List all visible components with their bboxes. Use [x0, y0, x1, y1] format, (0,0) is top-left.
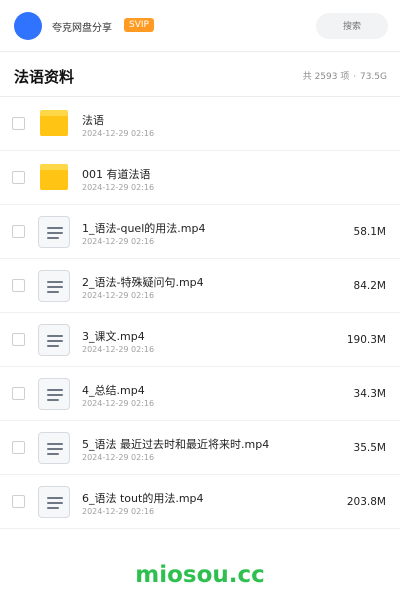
list-item[interactable]: 4_总结.mp4 2024-12-29 02:16 34.3M — [0, 367, 400, 421]
watermark: miosou.cc — [135, 562, 265, 588]
item-date: 2024-12-29 02:16 — [82, 183, 155, 192]
folder-icon — [38, 108, 70, 140]
select-checkbox[interactable] — [12, 225, 25, 238]
item-date: 2024-12-29 02:16 — [82, 291, 155, 300]
video-file-icon — [38, 378, 70, 410]
item-count: 共 2593 项 — [302, 72, 350, 82]
total-size: 73.5G — [359, 72, 387, 82]
item-date: 2024-12-29 02:16 — [82, 399, 155, 408]
select-checkbox[interactable] — [12, 495, 25, 508]
item-name: 法语 — [82, 114, 104, 127]
folder-summary: 共 2593 项 · 73.5G — [303, 69, 387, 82]
select-checkbox[interactable] — [12, 279, 25, 292]
avatar[interactable] — [14, 12, 42, 40]
select-checkbox[interactable] — [12, 171, 25, 184]
list-item[interactable]: 001 有道法语 2024-12-29 02:16 — [0, 151, 400, 205]
list-item[interactable]: 法语 2024-12-29 02:16 — [0, 97, 400, 151]
item-size: 58.1M — [353, 226, 386, 238]
item-size: 203.8M — [346, 496, 386, 508]
item-name: 6_语法 tout的用法.mp4 — [82, 492, 204, 505]
select-checkbox[interactable] — [12, 333, 25, 346]
list-item[interactable]: 3_课文.mp4 2024-12-29 02:16 190.3M — [0, 313, 400, 367]
top-bar: 夸克网盘分享 SVIP — [0, 0, 400, 52]
video-file-icon — [38, 270, 70, 302]
separator: · — [353, 72, 357, 82]
item-date: 2024-12-29 02:16 — [82, 345, 155, 354]
page-title: 法语资料 — [14, 68, 75, 86]
item-date: 2024-12-29 02:16 — [82, 507, 155, 516]
video-file-icon — [38, 432, 70, 464]
search-input[interactable] — [316, 13, 388, 39]
list-item[interactable]: 2_语法-特殊疑问句.mp4 2024-12-29 02:16 84.2M — [0, 259, 400, 313]
item-size: 190.3M — [346, 334, 386, 346]
svip-badge: SVIP — [124, 18, 154, 32]
file-list: 法语 2024-12-29 02:16 001 有道法语 2024-12-29 … — [0, 97, 400, 529]
item-date: 2024-12-29 02:16 — [82, 129, 155, 138]
share-owner-name: 夸克网盘分享 — [52, 23, 112, 34]
folder-header: 法语资料 共 2593 项 · 73.5G — [0, 52, 400, 97]
item-name: 1_语法-quel的用法.mp4 — [82, 222, 206, 235]
item-date: 2024-12-29 02:16 — [82, 237, 155, 246]
item-name: 001 有道法语 — [82, 168, 151, 181]
select-checkbox[interactable] — [12, 117, 25, 130]
item-name: 2_语法-特殊疑问句.mp4 — [82, 276, 204, 289]
video-file-icon — [38, 486, 70, 518]
select-checkbox[interactable] — [12, 441, 25, 454]
list-item[interactable]: 1_语法-quel的用法.mp4 2024-12-29 02:16 58.1M — [0, 205, 400, 259]
item-name: 5_语法 最近过去时和最近将来时.mp4 — [82, 438, 270, 451]
item-name: 3_课文.mp4 — [82, 330, 145, 343]
item-size: 35.5M — [353, 442, 386, 454]
list-item[interactable]: 6_语法 tout的用法.mp4 2024-12-29 02:16 203.8M — [0, 475, 400, 529]
video-file-icon — [38, 216, 70, 248]
item-name: 4_总结.mp4 — [82, 384, 145, 397]
folder-icon — [38, 162, 70, 194]
item-size: 84.2M — [353, 280, 386, 292]
select-checkbox[interactable] — [12, 387, 25, 400]
item-date: 2024-12-29 02:16 — [82, 453, 155, 462]
list-item[interactable]: 5_语法 最近过去时和最近将来时.mp4 2024-12-29 02:16 35… — [0, 421, 400, 475]
video-file-icon — [38, 324, 70, 356]
item-size: 34.3M — [353, 388, 386, 400]
